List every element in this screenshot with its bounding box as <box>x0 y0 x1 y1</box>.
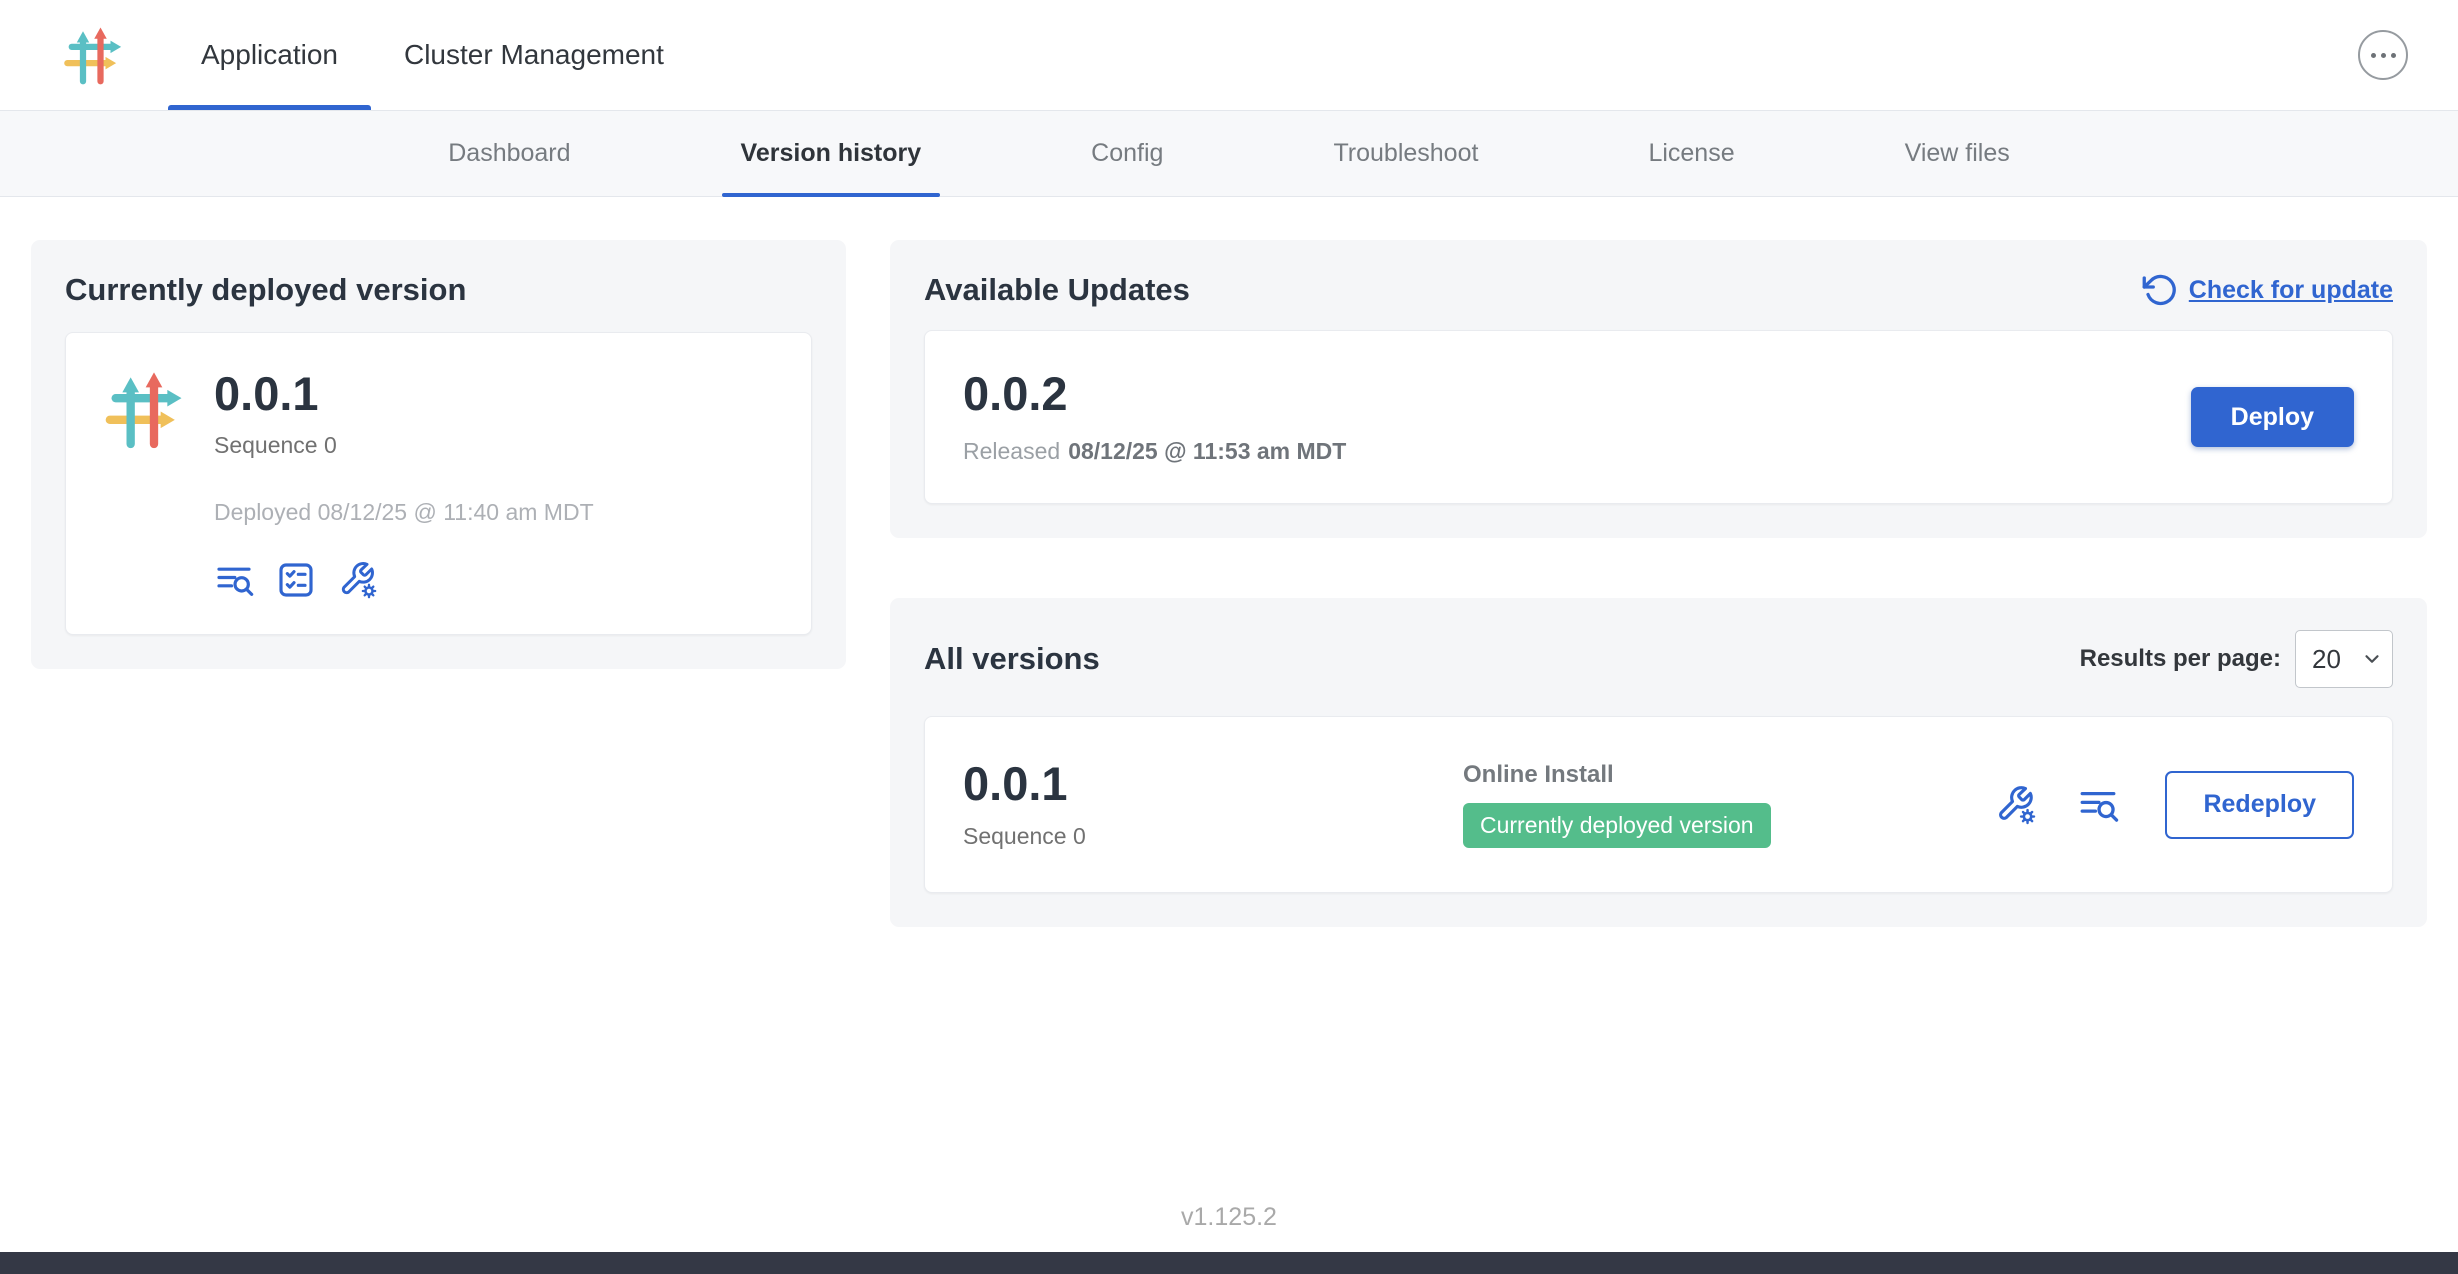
tab-cluster-management[interactable]: Cluster Management <box>371 0 697 110</box>
update-version-number: 0.0.2 <box>963 369 1346 418</box>
all-versions-card: All versions Results per page: 20 0.0.1 … <box>890 598 2427 926</box>
release-notes-icon[interactable] <box>2077 784 2119 826</box>
deployed-action-icons <box>214 560 594 600</box>
release-notes-icon[interactable] <box>214 560 254 600</box>
tab-cluster-management-label: Cluster Management <box>404 39 664 71</box>
deployed-card-title: Currently deployed version <box>65 272 812 308</box>
released-date: 08/12/25 @ 11:53 am MDT <box>1068 438 1346 464</box>
update-released-line: Released 08/12/25 @ 11:53 am MDT <box>963 438 1346 465</box>
row-version-number: 0.0.1 <box>963 759 1463 808</box>
install-type-label: Online Install <box>1463 761 1995 789</box>
update-info: 0.0.2 Released 08/12/25 @ 11:53 am MDT <box>963 369 1346 465</box>
left-column: Currently deployed version 0.0.1 Sequenc… <box>31 240 846 669</box>
deployed-version-info: 0.0.1 Sequence 0 Deployed 08/12/25 @ 11:… <box>214 369 594 600</box>
subnav-item-config[interactable]: Config <box>1072 111 1182 196</box>
subnav-item-version-history[interactable]: Version history <box>722 111 941 196</box>
edit-config-icon[interactable] <box>338 560 378 600</box>
check-for-update-link[interactable]: Check for update <box>2142 272 2393 308</box>
results-per-page-select-wrap: 20 <box>2295 630 2393 688</box>
status-badge: Currently deployed version <box>1463 803 1771 848</box>
ellipsis-icon <box>2371 53 2376 58</box>
redeploy-button[interactable]: Redeploy <box>2165 771 2354 839</box>
currently-deployed-card: Currently deployed version 0.0.1 Sequenc… <box>31 240 846 669</box>
deployed-version-panel: 0.0.1 Sequence 0 Deployed 08/12/25 @ 11:… <box>65 332 812 635</box>
top-tabs: Application Cluster Management <box>168 0 697 110</box>
overflow-menu-button[interactable] <box>2358 30 2408 80</box>
released-prefix: Released <box>963 438 1060 464</box>
preflight-checks-icon[interactable] <box>276 560 316 600</box>
row-sequence-label: Sequence 0 <box>963 823 1463 850</box>
deploy-button[interactable]: Deploy <box>2191 387 2354 447</box>
results-per-page-label: Results per page: <box>2080 645 2281 673</box>
deployed-timestamp: Deployed 08/12/25 @ 11:40 am MDT <box>214 499 594 526</box>
deployed-version-number: 0.0.1 <box>214 369 594 418</box>
app-logo-icon <box>63 25 123 85</box>
version-row: 0.0.1 Sequence 0 Online Install Currentl… <box>924 716 2393 892</box>
footer-bar <box>0 1252 2458 1274</box>
version-row-actions: Redeploy <box>1995 771 2354 839</box>
edit-config-icon[interactable] <box>1995 784 2037 826</box>
subnav-item-view-files[interactable]: View files <box>1886 111 2029 196</box>
deployed-sequence-label: Sequence 0 <box>214 432 594 459</box>
page-footer: v1.125.2 <box>0 1203 2458 1274</box>
version-row-status: Online Install Currently deployed versio… <box>1463 761 1995 848</box>
available-updates-card: Available Updates Check for update 0.0.2… <box>890 240 2427 538</box>
main-content: Currently deployed version 0.0.1 Sequenc… <box>0 197 2458 927</box>
results-per-page: Results per page: 20 <box>2080 630 2393 688</box>
version-row-info: 0.0.1 Sequence 0 <box>963 759 1463 849</box>
subnav-item-license[interactable]: License <box>1629 111 1753 196</box>
app-subnav: Dashboard Version history Config Trouble… <box>0 111 2458 197</box>
tab-application[interactable]: Application <box>168 0 371 110</box>
all-versions-header: All versions Results per page: 20 <box>924 630 2393 688</box>
tab-application-label: Application <box>201 39 338 71</box>
available-updates-title: Available Updates <box>924 272 1190 308</box>
check-for-update-label: Check for update <box>2189 276 2393 305</box>
refresh-icon <box>2142 272 2178 308</box>
results-per-page-select[interactable]: 20 <box>2295 630 2393 688</box>
subnav-item-dashboard[interactable]: Dashboard <box>429 111 589 196</box>
console-version-label: v1.125.2 <box>0 1203 2458 1232</box>
available-updates-header: Available Updates Check for update <box>924 272 2393 308</box>
app-icon <box>104 369 184 449</box>
top-navbar: Application Cluster Management <box>0 0 2458 111</box>
update-row: 0.0.2 Released 08/12/25 @ 11:53 am MDT De… <box>924 330 2393 504</box>
all-versions-title: All versions <box>924 641 1100 677</box>
right-column: Available Updates Check for update 0.0.2… <box>890 240 2427 927</box>
subnav-item-troubleshoot[interactable]: Troubleshoot <box>1314 111 1497 196</box>
